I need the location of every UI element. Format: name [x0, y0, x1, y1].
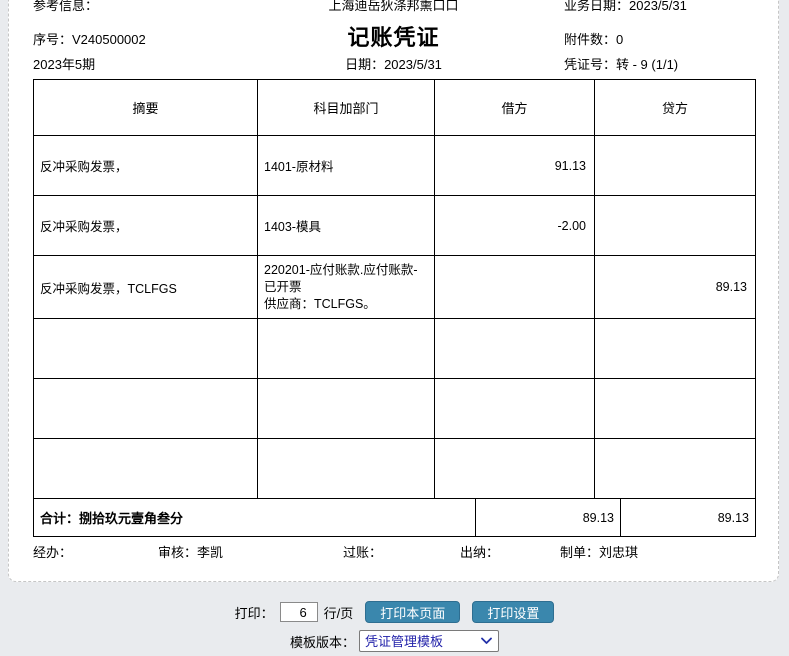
table-row: 反冲采购发票，TCLFGS 220201-应付账款.应付账款-已开票 供应商：T… — [34, 256, 756, 319]
rows-per-page-unit-label: 行/页 — [324, 603, 354, 622]
business-date: 业务日期：2023/5/31 — [564, 0, 754, 14]
column-header-debit: 借方 — [435, 80, 595, 136]
accounting-period: 2023年5期 — [33, 57, 263, 73]
cashier-label: 出纳： — [460, 545, 560, 561]
table-row: 反冲采购发票， 1401-原材料 91.13 — [34, 136, 756, 196]
debit-cell — [435, 256, 595, 319]
signature-row: 经办： 审核：李凯 过账： 出纳： 制单：刘忠琪 — [33, 545, 754, 561]
print-controls: 打印： 行/页 打印本页面 打印设置 模板版本： 凭证管理模板 — [0, 600, 789, 653]
column-header-credit: 贷方 — [595, 80, 756, 136]
total-debit: 89.13 — [476, 499, 621, 537]
voucher-table: 摘要 科目加部门 借方 贷方 反冲采购发票， 1401-原材料 91.13 反冲… — [33, 79, 756, 499]
summary-cell — [34, 439, 258, 499]
supplier-text: 供应商：TCLFGS。 — [264, 296, 428, 313]
company-name: 上海迪岳狄涤邦熏口口 — [328, 0, 458, 14]
debit-cell: 91.13 — [435, 136, 595, 196]
credit-cell — [595, 136, 756, 196]
account-cell: 1403-模具 — [258, 196, 435, 256]
credit-cell — [595, 439, 756, 499]
print-label: 打印： — [235, 603, 274, 622]
total-row-table: 合计：捌拾玖元壹角叁分 89.13 89.13 — [33, 498, 756, 537]
voucher-header-row-1: 参考信息： 上海迪岳狄涤邦熏口口 业务日期：2023/5/31 — [33, 0, 754, 14]
debit-cell — [435, 379, 595, 439]
voucher-header-row-3: 2023年5期 日期：2023/5/31 凭证号：转 - 9 (1/1) — [33, 57, 754, 73]
credit-cell — [595, 379, 756, 439]
debit-cell — [435, 319, 595, 379]
table-row — [34, 439, 756, 499]
table-header-row: 摘要 科目加部门 借方 贷方 — [34, 80, 756, 136]
template-select-wrap: 凭证管理模板 — [359, 630, 499, 652]
debit-cell — [435, 439, 595, 499]
rows-per-page-input[interactable] — [280, 602, 318, 622]
poster-label: 过账： — [343, 545, 460, 561]
table-row: 反冲采购发票， 1403-模具 -2.00 — [34, 196, 756, 256]
credit-cell: 89.13 — [595, 256, 756, 319]
account-cell: 220201-应付账款.应付账款-已开票 供应商：TCLFGS。 — [258, 256, 435, 319]
total-row: 合计：捌拾玖元壹角叁分 89.13 89.13 — [34, 499, 756, 537]
template-version-row: 模板版本： 凭证管理模板 — [0, 629, 789, 653]
voucher-title: 记账凭证 — [347, 23, 439, 53]
debit-cell: -2.00 — [435, 196, 595, 256]
account-cell: 1401-原材料 — [258, 136, 435, 196]
summary-cell: 反冲采购发票， — [34, 196, 258, 256]
template-version-label: 模板版本： — [290, 632, 355, 651]
template-select[interactable]: 凭证管理模板 — [359, 630, 499, 652]
voucher-card: 参考信息： 上海迪岳狄涤邦熏口口 业务日期：2023/5/31 序号：V2405… — [8, 0, 779, 582]
table-row — [34, 379, 756, 439]
handler-label: 经办： — [33, 545, 158, 561]
summary-cell: 反冲采购发票， — [34, 136, 258, 196]
voucher-date: 日期：2023/5/31 — [345, 57, 442, 73]
serial-number: 序号：V240500002 — [33, 29, 263, 48]
attachment-count: 附件数：0 — [564, 29, 754, 48]
account-cell — [258, 439, 435, 499]
print-settings-button[interactable]: 打印设置 — [472, 601, 554, 623]
table-row — [34, 319, 756, 379]
reviewer-label: 审核：李凯 — [158, 545, 343, 561]
summary-cell: 反冲采购发票，TCLFGS — [34, 256, 258, 319]
total-credit: 89.13 — [621, 499, 756, 537]
account-cell — [258, 379, 435, 439]
credit-cell — [595, 196, 756, 256]
credit-cell — [595, 319, 756, 379]
summary-cell — [34, 319, 258, 379]
voucher-number: 凭证号：转 - 9 (1/1) — [564, 57, 754, 73]
preparer-label: 制单：刘忠琪 — [560, 545, 754, 561]
account-cell — [258, 319, 435, 379]
reference-info-label: 参考信息： — [33, 0, 263, 14]
total-in-words: 合计：捌拾玖元壹角叁分 — [34, 499, 476, 537]
account-text: 220201-应付账款.应付账款-已开票 — [264, 262, 428, 296]
summary-cell — [34, 379, 258, 439]
voucher-header-row-2: 序号：V240500002 记账凭证 附件数：0 — [33, 23, 754, 53]
column-header-account: 科目加部门 — [258, 80, 435, 136]
print-page-button[interactable]: 打印本页面 — [365, 601, 460, 623]
column-header-summary: 摘要 — [34, 80, 258, 136]
print-row: 打印： 行/页 打印本页面 打印设置 — [0, 600, 789, 624]
